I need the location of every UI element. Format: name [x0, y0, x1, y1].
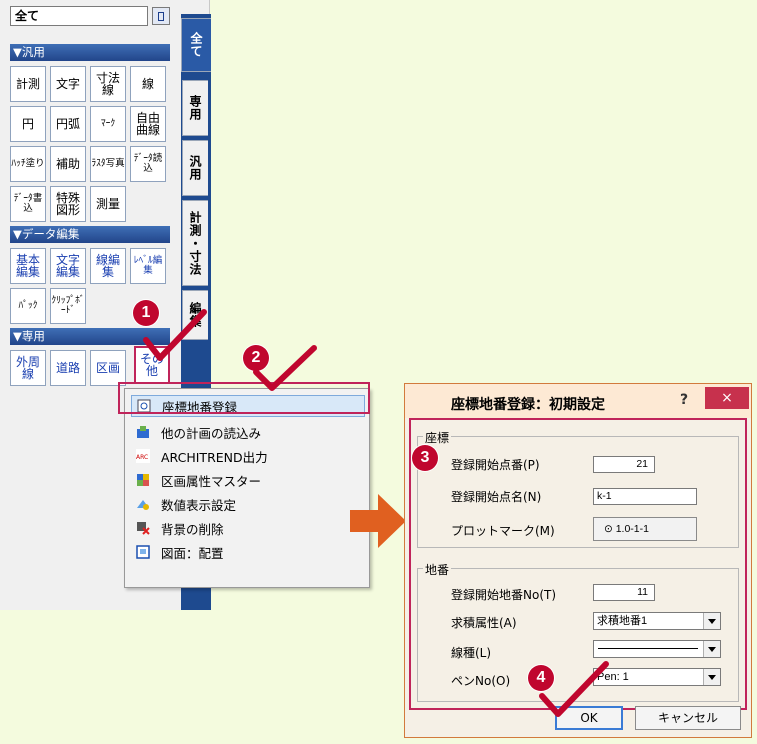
line-type-label: 線種(L) — [451, 646, 492, 660]
tool-measure[interactable]: 計測 — [10, 66, 46, 102]
start-point-no-label: 登録開始点番(P) — [451, 458, 540, 472]
drawing-layout-icon — [135, 544, 151, 560]
background-delete-icon — [135, 520, 151, 536]
cancel-button[interactable]: キャンセル — [635, 706, 741, 730]
area-attr-value: 求積地番1 — [597, 615, 648, 627]
close-icon[interactable]: × — [705, 387, 749, 409]
tool-text[interactable]: 文字 — [50, 66, 86, 102]
menu-highlight-frame — [118, 382, 370, 414]
tool-road[interactable]: 道路 — [50, 350, 86, 386]
architrend-icon: ARC — [135, 448, 151, 464]
start-point-no-field[interactable]: 21 — [593, 456, 655, 473]
lot-group-label: 地番 — [423, 561, 452, 578]
menu-item-drawing-layout[interactable]: 図面：配置 — [131, 541, 365, 563]
tool-lot[interactable]: 区画 — [90, 350, 126, 386]
tab-general[interactable]: 汎用 — [182, 140, 208, 196]
pen-no-label: ペンNo(O) — [451, 674, 511, 688]
dialog-titlebar: 座標地番登録：初期設定 ? × — [405, 384, 751, 418]
check-mark-4-icon — [539, 661, 609, 717]
menu-item-label: 図面：配置 — [161, 545, 224, 561]
menu-item-architrend-output[interactable]: ARC ARCHITREND出力 — [131, 445, 365, 467]
solid-line-sample — [598, 648, 698, 649]
start-point-name-label: 登録開始点名(N) — [451, 490, 542, 504]
start-point-name-field[interactable]: k-1 — [593, 488, 697, 505]
dialog-title: 座標地番登録：初期設定 — [451, 397, 605, 413]
pin-icon[interactable] — [152, 7, 170, 25]
palette-category-select[interactable]: 全て — [10, 6, 149, 26]
tool-line[interactable]: 線 — [130, 66, 166, 102]
tool-special-shape[interactable]: 特殊図形 — [50, 186, 86, 222]
step-marker-3: 3 — [412, 445, 438, 471]
chevron-down-icon[interactable] — [703, 641, 720, 657]
section-data-edit[interactable]: ▼データ編集 — [10, 226, 170, 243]
tool-perimeter-line[interactable]: 外周線 — [10, 350, 46, 386]
tool-circle[interactable]: 円 — [10, 106, 46, 142]
tool-raster-photo[interactable]: ﾗｽﾀ写真 — [90, 146, 126, 182]
help-icon[interactable]: ? — [675, 390, 693, 410]
check-mark-1-icon — [143, 309, 207, 361]
svg-text:ARC: ARC — [136, 454, 148, 461]
chevron-down-icon[interactable] — [703, 669, 720, 685]
plan-import-icon — [135, 424, 151, 440]
tool-pack[interactable]: ﾊﾟｯｸ — [10, 288, 46, 324]
tool-auxiliary[interactable]: 補助 — [50, 146, 86, 182]
pen-no-select[interactable]: Pen: 1 — [593, 668, 721, 686]
check-mark-2-icon — [253, 345, 317, 391]
section-general[interactable]: ▼汎用 — [10, 44, 170, 61]
line-type-select[interactable] — [593, 640, 721, 658]
tool-line-edit[interactable]: 線編集 — [90, 248, 126, 284]
tool-hatch[interactable]: ﾊｯﾁ塗り — [10, 146, 46, 182]
menu-item-label: 数値表示設定 — [161, 497, 237, 513]
tool-clipboard[interactable]: ｸﾘｯﾌﾟﾎﾞｰﾄﾞ — [50, 288, 86, 324]
tool-text-edit[interactable]: 文字編集 — [50, 248, 86, 284]
tool-data-write[interactable]: ﾃﾞｰﾀ書込 — [10, 186, 46, 222]
chevron-down-icon[interactable] — [703, 613, 720, 629]
menu-item-numeric-display[interactable]: 数値表示設定 — [131, 493, 365, 515]
plot-mark-button[interactable]: ⊙ 1.0-1-1 — [593, 517, 697, 541]
next-arrow-icon — [350, 494, 406, 548]
menu-item-label: 他の計画の読込み — [161, 425, 262, 441]
menu-item-background-delete[interactable]: 背景の削除 — [131, 517, 365, 539]
tool-level-edit[interactable]: ﾚﾍﾞﾙ編集 — [130, 248, 166, 284]
menu-item-label: ARCHITREND出力 — [161, 449, 268, 465]
tool-arc[interactable]: 円弧 — [50, 106, 86, 142]
start-lot-no-field[interactable]: 11 — [593, 584, 655, 601]
numeric-display-icon — [135, 496, 151, 512]
area-attr-label: 求積属性(A) — [451, 616, 517, 630]
start-lot-no-label: 登録開始地番No(T) — [451, 588, 557, 602]
plot-mark-label: プロットマーク(M) — [451, 524, 555, 538]
others-context-menu: 座標地番登録 他の計画の読込み ARC ARCHITREND出力 区画属性マスタ… — [124, 388, 370, 588]
tab-all[interactable]: 全て — [181, 18, 211, 72]
lot-attribute-icon — [135, 472, 151, 488]
tool-survey[interactable]: 測量 — [90, 186, 126, 222]
tool-free-curve[interactable]: 自由曲線 — [130, 106, 166, 142]
menu-item-lot-attribute-master[interactable]: 区画属性マスター — [131, 469, 365, 491]
tab-measure-dimension[interactable]: 計測・寸法 — [182, 200, 208, 286]
menu-item-plan-import[interactable]: 他の計画の読込み — [131, 421, 365, 443]
tool-data-read[interactable]: ﾃﾞｰﾀ読込 — [130, 146, 166, 182]
tab-special[interactable]: 専用 — [182, 80, 208, 136]
coordinate-group-label: 座標 — [423, 429, 452, 446]
tool-mark[interactable]: ﾏｰｸ — [90, 106, 126, 142]
menu-item-label: 区画属性マスター — [161, 473, 262, 489]
tool-basic-edit[interactable]: 基本編集 — [10, 248, 46, 284]
area-attr-select[interactable]: 求積地番1 — [593, 612, 721, 630]
palette-header: 全て — [10, 6, 170, 26]
tool-dimension-line[interactable]: 寸法線 — [90, 66, 126, 102]
menu-item-label: 背景の削除 — [161, 521, 224, 537]
